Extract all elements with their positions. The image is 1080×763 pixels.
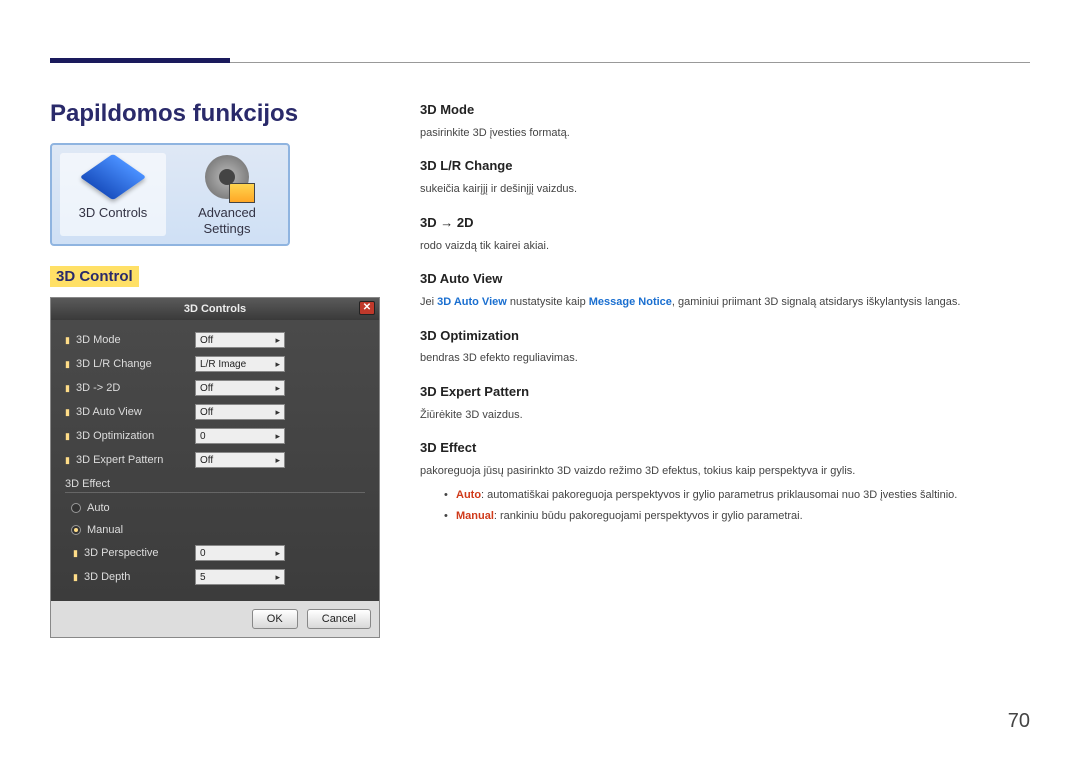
desc-3d-auto-view: Jei 3D Auto View nustatysite kaip Messag…: [420, 294, 1030, 312]
dialog-body: ▮3D Mode Off▸ ▮3D L/R Change L/R Image▸ …: [51, 320, 379, 601]
page-number: 70: [1008, 710, 1030, 733]
chevron-right-icon: ▸: [275, 572, 280, 583]
close-icon[interactable]: ✕: [359, 301, 375, 315]
row-3d-perspective: ▮3D Perspective 0▸: [65, 541, 365, 565]
heading-3d-to-2d: 3D → 2D: [420, 213, 1030, 234]
icon-tile-row: 3D Controls Advanced Settings: [50, 143, 290, 246]
stepper-3d-perspective[interactable]: 0▸: [195, 545, 285, 561]
tile-label: 3D Controls: [60, 205, 166, 221]
desc-3d-effect: pakoreguoja jūsų pasirinkto 3D vaizdo re…: [420, 463, 1030, 481]
desc-3d-to-2d: rodo vaizdą tik kairei akiai.: [420, 238, 1030, 256]
row-3d-auto-view: ▮3D Auto View Off▸: [65, 400, 365, 424]
chevron-right-icon: ▸: [275, 383, 280, 394]
dropdown-3d-auto-view[interactable]: Off▸: [195, 404, 285, 420]
heading-3d-effect: 3D Effect: [420, 438, 1030, 459]
left-column: Papildomos funkcijos 3D Controls Advance…: [50, 100, 390, 638]
dialog-title-text: 3D Controls: [184, 303, 246, 315]
chevron-right-icon: ▸: [275, 431, 280, 442]
ok-button[interactable]: OK: [252, 609, 298, 629]
desc-3d-expert-pattern: Žiūrėkite 3D vaizdus.: [420, 407, 1030, 425]
dropdown-3d-mode[interactable]: Off▸: [195, 332, 285, 348]
heading-3d-auto-view: 3D Auto View: [420, 269, 1030, 290]
stepper-3d-depth[interactable]: 5▸: [195, 569, 285, 585]
desc-3d-optimization: bendras 3D efekto reguliavimas.: [420, 350, 1030, 368]
dropdown-3d-lr-change[interactable]: L/R Image▸: [195, 356, 285, 372]
cube-icon: [81, 153, 145, 201]
dropdown-3d-to-2d[interactable]: Off▸: [195, 380, 285, 396]
dialog-titlebar: 3D Controls ✕: [51, 298, 379, 320]
dialog-3d-controls: 3D Controls ✕ ▮3D Mode Off▸ ▮3D L/R Chan…: [50, 297, 380, 638]
desc-3d-lr-change: sukeičia kairįjį ir dešinįjį vaizdus.: [420, 181, 1030, 199]
radio-icon: [71, 503, 81, 513]
radio-icon: [71, 525, 81, 535]
radio-manual[interactable]: Manual: [65, 519, 365, 541]
stepper-3d-optimization[interactable]: 0▸: [195, 428, 285, 444]
row-3d-optimization: ▮3D Optimization 0▸: [65, 424, 365, 448]
header-accent-bar: [50, 58, 230, 63]
tile-advanced-settings[interactable]: Advanced Settings: [174, 153, 280, 236]
cancel-button[interactable]: Cancel: [307, 609, 371, 629]
gear-icon: [195, 153, 259, 201]
row-3d-lr-change: ▮3D L/R Change L/R Image▸: [65, 352, 365, 376]
row-3d-expert-pattern: ▮3D Expert Pattern Off▸: [65, 448, 365, 472]
heading-3d-mode: 3D Mode: [420, 100, 1030, 121]
tile-3d-controls[interactable]: 3D Controls: [60, 153, 166, 236]
row-3d-to-2d: ▮3D -> 2D Off▸: [65, 376, 365, 400]
right-column: 3D Mode pasirinkite 3D įvesties formatą.…: [420, 100, 1030, 638]
dropdown-3d-expert-pattern[interactable]: Off▸: [195, 452, 285, 468]
heading-3d-optimization: 3D Optimization: [420, 326, 1030, 347]
chevron-right-icon: ▸: [275, 359, 280, 370]
page-content: Papildomos funkcijos 3D Controls Advance…: [50, 100, 1030, 638]
chevron-right-icon: ▸: [275, 455, 280, 466]
row-3d-mode: ▮3D Mode Off▸: [65, 328, 365, 352]
chevron-right-icon: ▸: [275, 335, 280, 346]
row-3d-depth: ▮3D Depth 5▸: [65, 565, 365, 589]
radio-auto[interactable]: Auto: [65, 497, 365, 519]
desc-3d-mode: pasirinkite 3D įvesties formatą.: [420, 125, 1030, 143]
chevron-right-icon: ▸: [275, 407, 280, 418]
list-item-auto: Auto: automatiškai pakoreguoja perspekty…: [444, 487, 1030, 505]
subsection-3d-effect: 3D Effect: [65, 472, 365, 493]
list-3d-effect-options: Auto: automatiškai pakoreguoja perspekty…: [420, 487, 1030, 526]
section-heading-3d-control: 3D Control: [50, 266, 139, 287]
chevron-right-icon: ▸: [275, 548, 280, 559]
page-title: Papildomos funkcijos: [50, 100, 390, 128]
list-item-manual: Manual: rankiniu būdu pakoreguojami pers…: [444, 508, 1030, 526]
heading-3d-expert-pattern: 3D Expert Pattern: [420, 382, 1030, 403]
dialog-footer: OK Cancel: [51, 601, 379, 637]
tile-label: Advanced Settings: [174, 205, 280, 236]
heading-3d-lr-change: 3D L/R Change: [420, 156, 1030, 177]
